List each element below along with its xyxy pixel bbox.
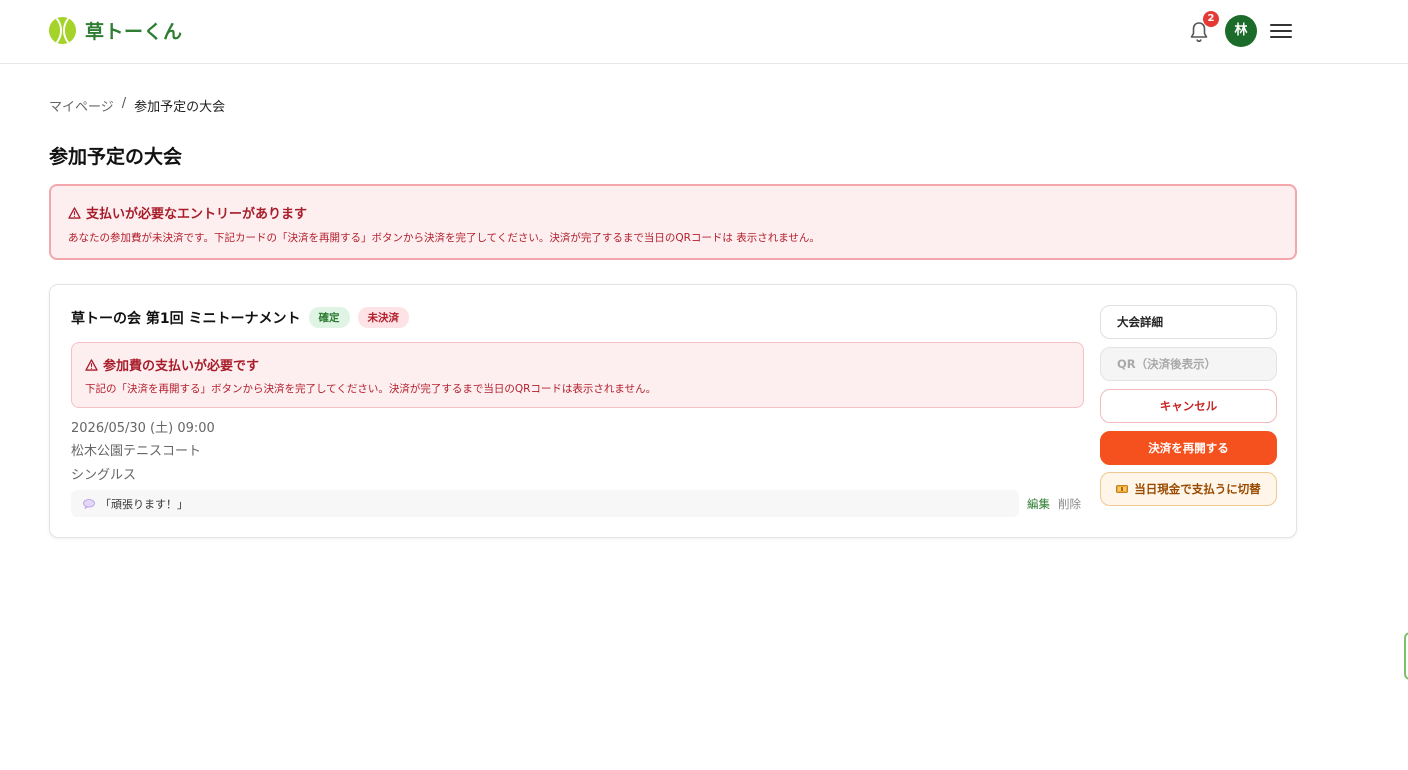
speech-bubble-icon bbox=[83, 498, 95, 509]
entry-title-row: 草トーの会 第1回 ミニトーナメント 確定 未決済 bbox=[71, 307, 409, 328]
page-title: 参加予定の大会 bbox=[49, 146, 183, 168]
entry-payment-alert: 参加費の支払いが必要です 下記の「決済を再開する」ボタンから決済を完了してくださ… bbox=[71, 342, 1084, 408]
entry-alert-message: 下記の「決済を再開する」ボタンから決済を完了してください。決済が完了するまで当日… bbox=[85, 383, 657, 395]
avatar[interactable]: 林 bbox=[1225, 15, 1257, 47]
payment-required-alert: 支払いが必要なエントリーがあります あなたの参加費が未決済です。下記カードの「決… bbox=[49, 184, 1297, 260]
comment-text: 「頑張ります！」 bbox=[100, 497, 188, 511]
qr-button[interactable]: QR（決済後表示） bbox=[1100, 347, 1277, 381]
money-icon bbox=[1116, 485, 1129, 493]
warning-icon bbox=[85, 358, 98, 371]
breadcrumb: マイページ / 参加予定の大会 bbox=[49, 96, 225, 115]
breadcrumb-home-link[interactable]: マイページ bbox=[49, 96, 114, 115]
entry-alert-title-row: 参加費の支払いが必要です bbox=[85, 355, 1070, 374]
alert-message: あなたの参加費が未決済です。下記カードの「決済を再開する」ボタンから決済を完了し… bbox=[68, 232, 820, 244]
app-name: 草トーくん bbox=[85, 21, 183, 43]
tennis-ball-icon bbox=[48, 16, 77, 45]
entry-datetime: 2026/05/30 (土) 09:00 bbox=[71, 421, 215, 436]
notification-badge: 2 bbox=[1203, 11, 1219, 27]
alert-title: 支払いが必要なエントリーがあります bbox=[86, 207, 308, 222]
side-feedback-tab[interactable] bbox=[1404, 632, 1408, 680]
switch-to-cash-button[interactable]: 当日現金で支払うに切替 bbox=[1100, 472, 1277, 506]
comment-actions: 編集 削除 bbox=[1027, 490, 1081, 517]
resume-payment-button[interactable]: 決済を再開する bbox=[1100, 431, 1277, 465]
alert-title-row: 支払いが必要なエントリーがあります bbox=[68, 203, 1278, 222]
delete-comment-link[interactable]: 削除 bbox=[1058, 496, 1081, 512]
switch-to-cash-label: 当日現金で支払うに切替 bbox=[1134, 482, 1261, 496]
entry-title: 草トーの会 第1回 ミニトーナメント bbox=[71, 310, 301, 327]
hamburger-menu-icon[interactable] bbox=[1270, 21, 1292, 41]
entry-card: 草トーの会 第1回 ミニトーナメント 確定 未決済 参加費の支払いが必要です 下… bbox=[49, 284, 1297, 538]
top-header: 草トーくん 2 林 bbox=[0, 0, 1408, 64]
breadcrumb-separator: / bbox=[121, 96, 127, 111]
entry-venue: 松木公園テニスコート bbox=[71, 444, 202, 459]
entry-alert-title: 参加費の支払いが必要です bbox=[103, 359, 260, 374]
entry-comment: 「頑張ります！」 bbox=[71, 490, 1019, 517]
edit-comment-link[interactable]: 編集 bbox=[1027, 496, 1050, 512]
app-logo[interactable]: 草トーくん bbox=[48, 16, 183, 45]
warning-icon bbox=[68, 206, 81, 219]
status-badge: 確定 bbox=[308, 307, 350, 328]
tournament-detail-button[interactable]: 大会詳細 bbox=[1100, 305, 1277, 339]
breadcrumb-current: 参加予定の大会 bbox=[134, 100, 226, 115]
entry-format: シングルス bbox=[71, 468, 137, 483]
cancel-button[interactable]: キャンセル bbox=[1100, 389, 1277, 423]
payment-status-badge: 未決済 bbox=[357, 307, 409, 328]
